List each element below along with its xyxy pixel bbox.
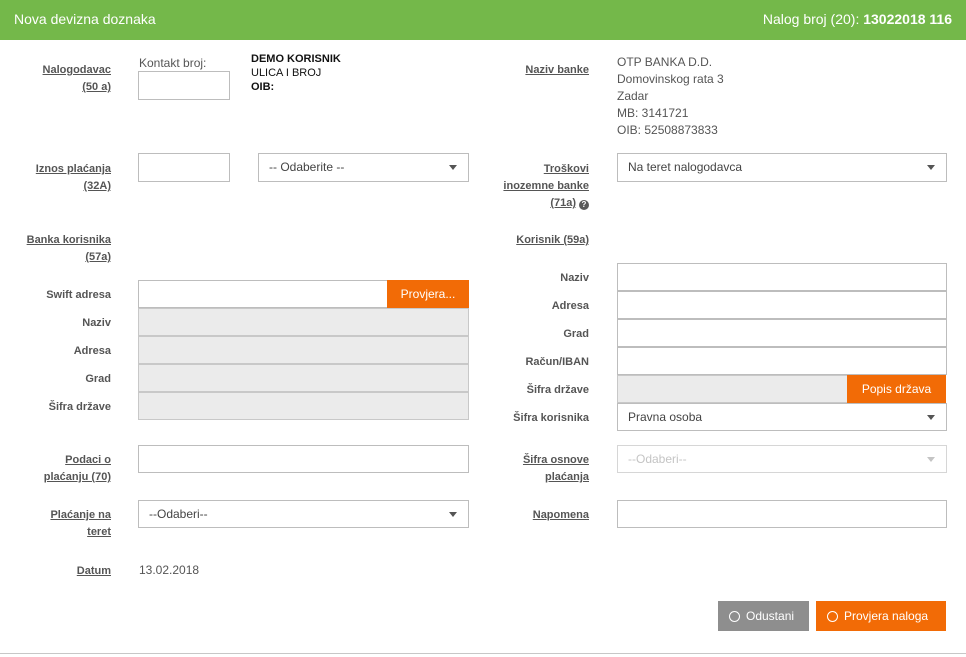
bottom-divider [0,653,966,654]
note-label[interactable]: Napomena [533,507,589,524]
beneficiary-bank-label-line2: (57a) [85,251,111,263]
page-title: Nova devizna doznaka [14,11,156,27]
beneficiary-code-label: Šifra korisnika [513,412,589,424]
payer-name: DEMO KORISNIK [251,53,341,65]
bank-info-line: Domovinskog rata 3 [617,72,724,86]
order-number-label: Nalog broj (20): [762,11,860,27]
beneficiary-adresa-label: Adresa [551,300,589,312]
nalogodavac-label[interactable]: Nalogodavac (50 a) [43,62,111,96]
beneficiary-grad-label: Grad [563,328,589,340]
beneficiary-iban-label: Račun/IBAN [525,356,589,368]
bank-grad-input [138,364,469,392]
date-value: 13.02.2018 [139,563,200,577]
payment-details-label-line2: plaćanju (70) [43,471,111,483]
date-label[interactable]: Datum [77,563,111,580]
payment-details-label-line1: Podaci o [65,454,111,466]
charge-to-value: --Odaberi-- [149,507,208,521]
chevron-down-icon [927,165,935,170]
foreign-bank-costs-line3: (71a) [550,197,576,209]
payer-address: ULICA I BROJ [251,67,322,79]
question-circle-icon[interactable]: ? [579,200,589,210]
beneficiary-label[interactable]: Korisnik (59a) [516,232,589,249]
check-order-button-label: Provjera naloga [844,609,929,623]
payment-details-input[interactable] [138,445,469,473]
chevron-down-icon [449,165,457,170]
currency-select[interactable]: -- Odaberite -- [258,153,469,182]
order-number-value: 13022018 116 [863,11,952,27]
contact-number-label: Kontakt broj: [139,56,207,70]
amount-label-line1: Iznos plaćanja [35,163,111,175]
foreign-bank-costs-select[interactable]: Na teret nalogodavca [617,153,947,182]
beneficiary-code-value: Pravna osoba [628,410,703,424]
bank-country-code-input [138,392,469,420]
bank-country-code-label: Šifra države [48,401,111,413]
foreign-bank-costs-value: Na teret nalogodavca [628,160,743,174]
bank-naziv-label: Naziv [82,317,111,329]
payer-oib: OIB: [251,81,275,93]
foreign-bank-costs-line2: inozemne banke [503,180,589,192]
check-order-button[interactable]: Provjera naloga [816,601,946,631]
beneficiary-adresa-input[interactable] [617,291,947,319]
charge-to-label[interactable]: Plaćanje na teret [50,507,111,541]
beneficiary-country-code-input [617,375,849,403]
beneficiary-bank-label[interactable]: Banka korisnika (57a) [27,232,111,266]
country-list-button[interactable]: Popis država [847,375,946,403]
swift-input[interactable] [138,280,388,308]
swift-check-button[interactable]: Provjera... [387,280,469,308]
bank-adresa-label: Adresa [73,345,111,357]
bank-info-line: OIB: 52508873833 [617,123,718,137]
payment-basis-code-label-line1: Šifra osnove [522,454,589,466]
chevron-down-icon [927,457,935,462]
cancel-button[interactable]: Odustani [718,601,809,631]
beneficiary-country-code-label: Šifra države [526,384,589,396]
beneficiary-code-select[interactable]: Pravna osoba [617,403,947,431]
bank-grad-label: Grad [85,373,111,385]
bank-info-line: MB: 3141721 [617,106,689,120]
note-input[interactable] [617,500,947,528]
payment-basis-code-select: --Odaberi-- [617,445,947,473]
beneficiary-naziv-input[interactable] [617,263,947,291]
bank-info: OTP BANKA D.D. Domovinskog rata 3 Zadar … [617,54,724,139]
bank-info-line: OTP BANKA D.D. [617,55,713,69]
check-circle-icon [827,611,838,622]
beneficiary-grad-input[interactable] [617,319,947,347]
times-circle-icon [729,611,740,622]
payment-basis-code-value: --Odaberi-- [628,452,687,466]
currency-select-value: -- Odaberite -- [269,160,345,174]
bank-info-line: Zadar [617,89,649,103]
payment-basis-code-label-line2: plaćanja [544,471,589,483]
payment-basis-code-label[interactable]: Šifra osnove plaćanja [523,452,589,486]
cancel-button-label: Odustani [746,609,795,623]
chevron-down-icon [449,512,457,517]
bank-adresa-input [138,336,469,364]
beneficiary-iban-input[interactable] [617,347,947,375]
amount-label-line2: (32A) [83,180,111,192]
bank-naziv-input [138,308,469,336]
foreign-bank-costs-line1: Troškovi [543,163,589,175]
amount-input[interactable] [138,153,230,182]
charge-to-label-line2: teret [87,526,111,538]
foreign-bank-costs-label[interactable]: Troškovi inozemne banke (71a)? [503,161,589,212]
swift-label: Swift adresa [46,289,111,301]
charge-to-select[interactable]: --Odaberi-- [138,500,469,528]
beneficiary-naziv-label: Naziv [560,272,589,284]
charge-to-label-line1: Plaćanje na [50,509,111,521]
nalogodavac-label-line1: Nalogodavac [42,64,111,76]
payer-info: DEMO KORISNIK ULICA I BROJ OIB: [251,52,341,94]
bank-name-label[interactable]: Naziv banke [525,62,589,79]
order-number: Nalog broj (20): 13022018 116 [763,11,952,27]
contact-number-input[interactable] [138,71,230,100]
beneficiary-bank-label-line1: Banka korisnika [26,234,111,246]
chevron-down-icon [927,415,935,420]
nalogodavac-label-line2: (50 a) [82,81,111,93]
payment-details-label[interactable]: Podaci o plaćanju (70) [44,452,111,486]
page-header: Nova devizna doznaka Nalog broj (20): 13… [0,0,966,40]
amount-label[interactable]: Iznos plaćanja (32A) [36,161,111,195]
